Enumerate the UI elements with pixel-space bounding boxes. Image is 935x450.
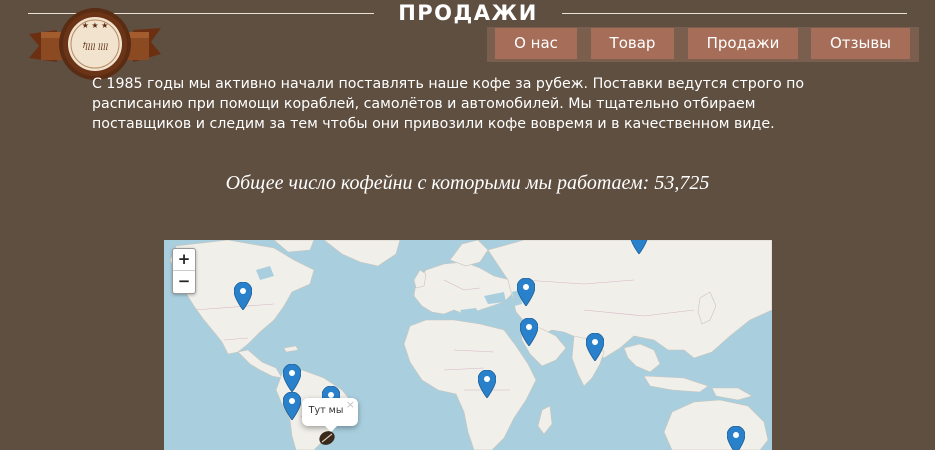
popup-text: Тут мы: [308, 405, 344, 416]
header-rule-right: [562, 13, 907, 14]
nav-sales-button[interactable]: Продажи: [688, 28, 798, 59]
map-marker-icon[interactable]: [586, 333, 604, 361]
zoom-in-button[interactable]: +: [173, 249, 195, 270]
nav-about-button[interactable]: О нас: [495, 28, 577, 59]
zoom-control: + −: [172, 248, 196, 294]
page: ПРОДАЖИ ★ ★ ★ ꝉꞁꞁꞁꞁ ꞁꞁꞁꞁ О нас Товар Про…: [0, 0, 935, 450]
page-title: ПРОДАЖИ: [398, 1, 538, 25]
main-nav: О нас Товар Продажи Отзывы: [0, 27, 935, 63]
popup-close-icon[interactable]: ×: [346, 398, 355, 411]
map-marker-icon[interactable]: [478, 370, 496, 398]
coffee-shop-count: Общее число кофейни с которыми мы работа…: [225, 172, 710, 194]
world-map[interactable]: + − Тут мы ×: [164, 240, 772, 450]
map-marker-icon[interactable]: [727, 426, 745, 450]
map-marker-icon[interactable]: [630, 240, 648, 254]
map-marker-icon[interactable]: [283, 364, 301, 392]
nav-product-button[interactable]: Товар: [591, 28, 674, 59]
map-marker-icon[interactable]: [517, 278, 535, 306]
map-popup: Тут мы ×: [302, 398, 358, 432]
intro-paragraph: С 1985 годы мы активно начали поставлять…: [92, 76, 805, 132]
map-marker-icon[interactable]: [283, 392, 301, 420]
nav-reviews-button[interactable]: Отзывы: [811, 28, 910, 59]
map-marker-icon[interactable]: [520, 318, 538, 346]
map-land: [169, 240, 772, 450]
zoom-out-button[interactable]: −: [173, 270, 195, 292]
coffee-bean-icon[interactable]: [318, 430, 336, 446]
map-marker-icon[interactable]: [234, 282, 252, 310]
